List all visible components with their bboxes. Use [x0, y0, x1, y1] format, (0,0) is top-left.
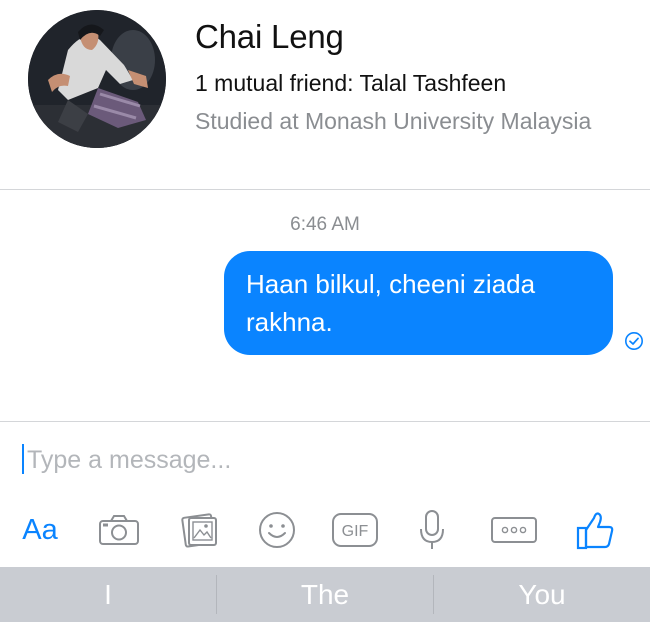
- camera-button[interactable]: [94, 500, 144, 560]
- suggestion-3[interactable]: You: [434, 567, 650, 622]
- composer-toolbar: Aa GIF: [0, 500, 650, 560]
- emoji-icon: [259, 512, 295, 548]
- avatar[interactable]: [28, 10, 166, 148]
- gif-icon: GIF: [332, 513, 378, 547]
- more-options-button[interactable]: [488, 500, 540, 560]
- message-timestamp: 6:46 AM: [290, 214, 360, 235]
- microphone-button[interactable]: [412, 500, 452, 560]
- photo-gallery-icon: [181, 513, 217, 548]
- suggestion-2[interactable]: The: [217, 567, 433, 622]
- emoji-button[interactable]: [254, 500, 300, 560]
- gif-button[interactable]: GIF: [330, 500, 380, 560]
- education-text: Studied at Monash University Malaysia: [195, 108, 592, 134]
- suggestion-1[interactable]: I: [0, 567, 216, 622]
- delivered-check-icon: [625, 332, 643, 350]
- outgoing-message-bubble[interactable]: Haan bilkul, cheeni ziada rakhna.: [224, 251, 613, 355]
- more-icon: [491, 517, 537, 543]
- message-input-row: [0, 440, 650, 482]
- camera-icon: [99, 515, 139, 545]
- microphone-icon: [420, 510, 444, 549]
- mutual-friends-text: 1 mutual friend: Talal Tashfeen: [195, 70, 507, 96]
- composer-divider: [0, 421, 650, 422]
- thumbs-up-icon: [576, 512, 614, 550]
- avatar-photo: [28, 10, 166, 148]
- gif-label: GIF: [342, 523, 369, 540]
- keyboard-suggestion-bar: I The You: [0, 567, 650, 622]
- text-format-button[interactable]: Aa: [14, 500, 66, 560]
- photo-gallery-button[interactable]: [175, 500, 225, 560]
- profile-header: Chai Leng 1 mutual friend: Talal Tashfee…: [0, 0, 650, 190]
- header-divider: [0, 189, 650, 190]
- message-input[interactable]: [27, 440, 627, 480]
- like-button[interactable]: [572, 500, 618, 560]
- text-caret: [22, 444, 24, 474]
- contact-name[interactable]: Chai Leng: [195, 18, 344, 56]
- message-text: Haan bilkul, cheeni ziada rakhna.: [246, 269, 536, 337]
